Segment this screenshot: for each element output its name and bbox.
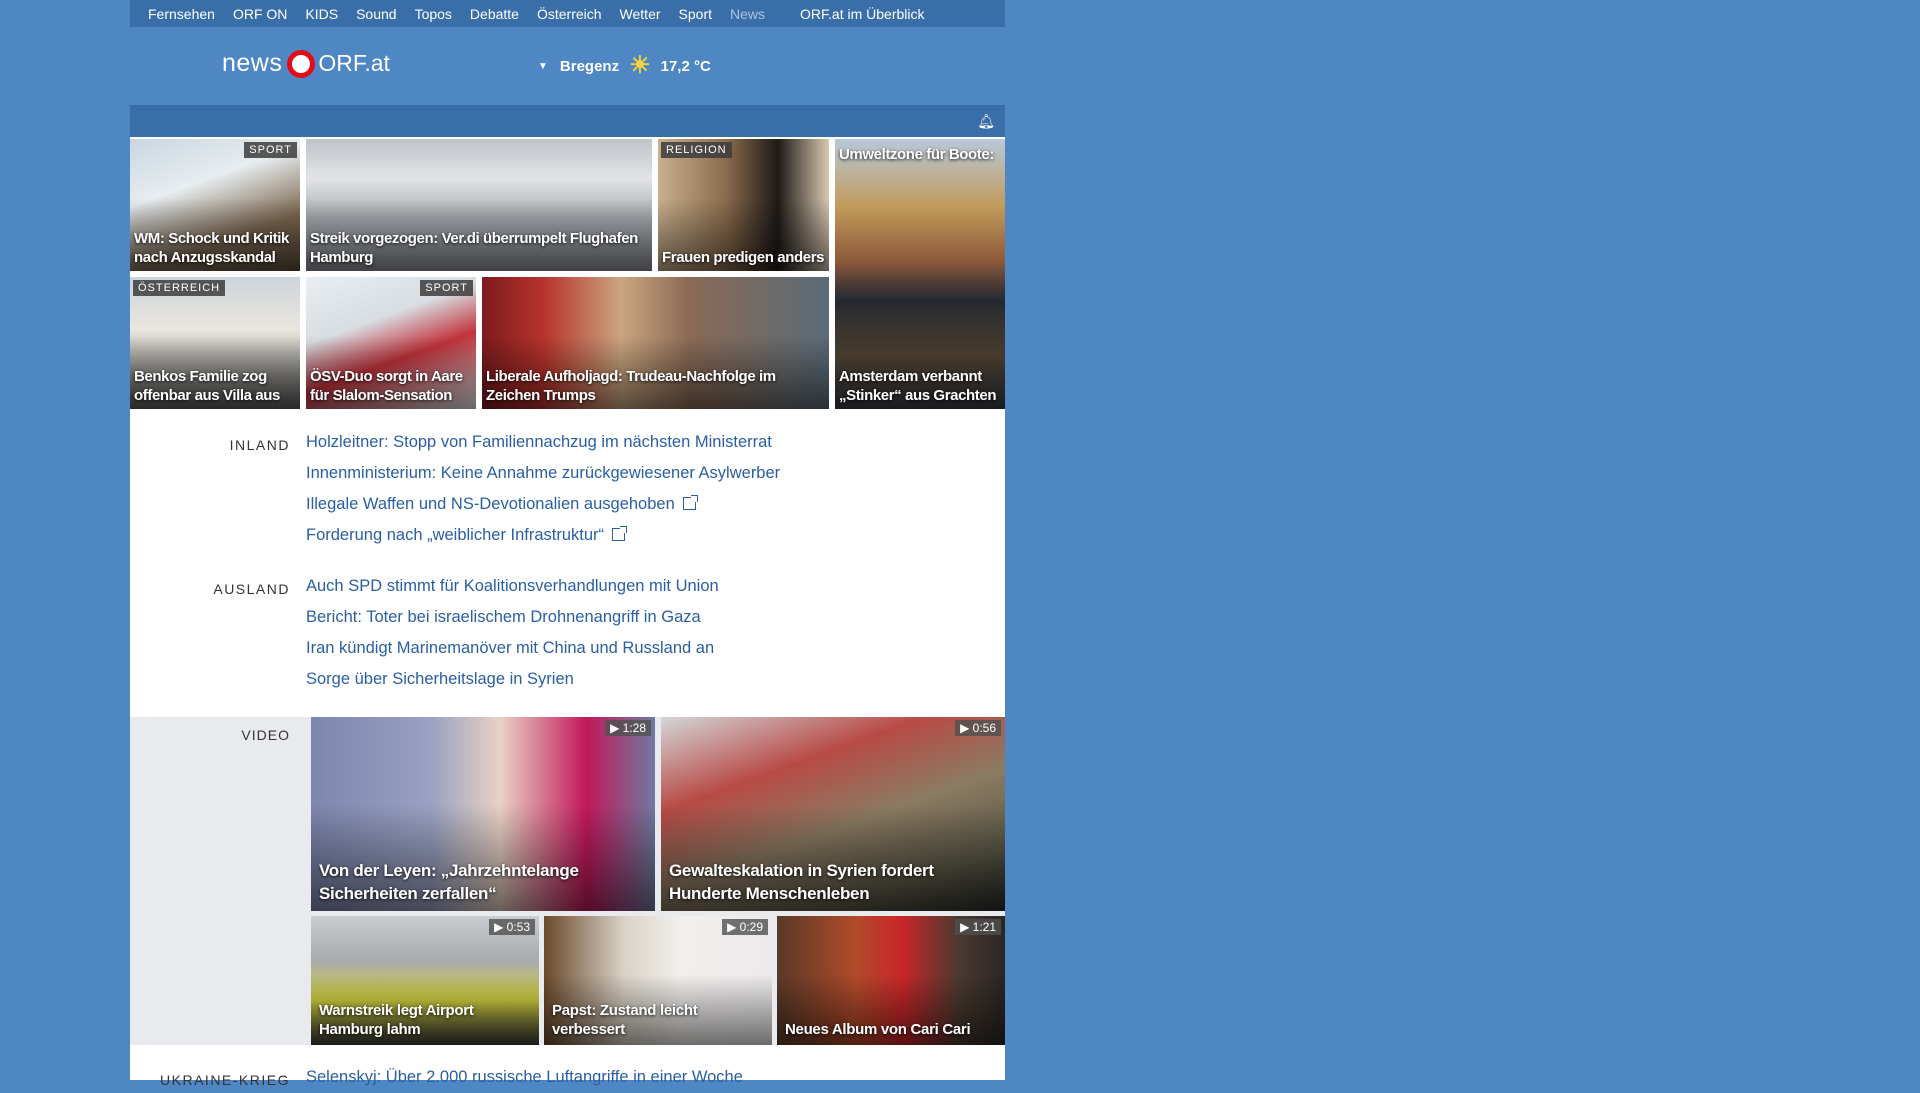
teaser-caption: Amsterdam verbannt „Stinker“ aus Grachte… bbox=[839, 368, 997, 404]
teaser-amsterdam[interactable]: Umweltzone für Boote: Amsterdam verbannt… bbox=[835, 139, 1005, 409]
ukraine-headlines: Selenskyj: Über 2.000 russische Luftangr… bbox=[306, 1062, 743, 1093]
top-navigation: Fernsehen ORF ON KIDS Sound Topos Debatt… bbox=[130, 0, 1005, 27]
toolbar-bar: 🔔︎ bbox=[130, 105, 1005, 137]
nav-orf-overview[interactable]: ORF.at im Überblick bbox=[800, 6, 924, 22]
external-link-icon bbox=[612, 526, 628, 541]
teaser-trudeau[interactable]: Liberale Aufholjagd: Trudeau-Nachfolge i… bbox=[482, 277, 829, 409]
teaser-caption: WM: Schock und Kritik nach Anzugsskandal bbox=[134, 230, 289, 266]
headline-link[interactable]: Sorge über Sicherheitslage in Syrien bbox=[306, 664, 719, 695]
logo-news-text: news bbox=[222, 49, 283, 77]
duration-text: 1:28 bbox=[622, 721, 646, 735]
teaser-caption: ÖSV-Duo sorgt in Aare für Slalom-Sensati… bbox=[310, 368, 463, 404]
orf-news-logo[interactable]: news ORF.at bbox=[222, 49, 390, 78]
headline-link[interactable]: Selenskyj: Über 2.000 russische Luftangr… bbox=[306, 1062, 743, 1093]
video-caption: Gewalteskalation in Syrien fordert Hunde… bbox=[669, 861, 934, 903]
category-badge: SPORT bbox=[244, 142, 297, 158]
main-content: SPORT WM: Schock und Kritik nach Anzugss… bbox=[130, 137, 1005, 1088]
header: news ORF.at ▼ Bregenz ☀ 17,2 °C bbox=[130, 27, 1005, 105]
video-duration: ▶ 0:53 bbox=[489, 919, 535, 935]
teaser-caption: Frauen predigen anders bbox=[662, 249, 825, 266]
headline-text[interactable]: Forderung nach „weiblicher Infrastruktur… bbox=[306, 526, 604, 544]
headline-link-external[interactable]: Illegale Waffen und NS-Devotionalien aus… bbox=[306, 489, 780, 520]
nav-news[interactable]: News bbox=[730, 6, 765, 22]
section-label-ukraine: UKRAINE-KRIEG bbox=[160, 1072, 290, 1088]
video-syria[interactable]: ▶ 0:56 Gewalteskalation in Syrien forder… bbox=[661, 717, 1005, 911]
weather-location[interactable]: Bregenz bbox=[560, 58, 619, 75]
video-caption: Papst: Zustand leicht verbessert bbox=[552, 1002, 698, 1038]
duration-text: 0:56 bbox=[972, 721, 996, 735]
inland-headlines: Holzleitner: Stopp von Familiennachzug i… bbox=[306, 427, 780, 551]
nav-debatte[interactable]: Debatte bbox=[470, 6, 519, 22]
external-link-icon bbox=[682, 495, 698, 510]
headline-link[interactable]: Iran kündigt Marinemanöver mit China und… bbox=[306, 633, 719, 664]
nav-fernsehen[interactable]: Fernsehen bbox=[148, 6, 215, 22]
headline-link[interactable]: Innenministerium: Keine Annahme zurückge… bbox=[306, 458, 780, 489]
teaser-ski-jump[interactable]: SPORT WM: Schock und Kritik nach Anzugss… bbox=[130, 139, 300, 271]
duration-text: 0:29 bbox=[739, 920, 763, 934]
headline-link-external[interactable]: Forderung nach „weiblicher Infrastruktur… bbox=[306, 520, 780, 551]
nav-sport[interactable]: Sport bbox=[679, 6, 712, 22]
video-duration: ▶ 0:56 bbox=[955, 720, 1001, 736]
video-caption: Neues Album von Cari Cari bbox=[785, 1021, 971, 1038]
nav-sound[interactable]: Sound bbox=[356, 6, 396, 22]
duration-text: 1:21 bbox=[972, 920, 996, 934]
teaser-caption: Benkos Familie zog offenbar aus Villa au… bbox=[134, 368, 280, 404]
nav-oesterreich[interactable]: Österreich bbox=[537, 6, 602, 22]
headline-link[interactable]: Bericht: Toter bei israelischem Drohnena… bbox=[306, 602, 719, 633]
video-papst[interactable]: ▶ 0:29 Papst: Zustand leicht verbessert bbox=[544, 916, 772, 1045]
category-badge: RELIGION bbox=[661, 142, 732, 158]
category-badge: SPORT bbox=[420, 280, 473, 296]
teaser-slalom[interactable]: SPORT ÖSV-Duo sorgt in Aare für Slalom-S… bbox=[306, 277, 476, 409]
video-von-der-leyen[interactable]: ▶ 1:28 Von der Leyen: „Jahrzehntelange S… bbox=[311, 717, 655, 911]
nav-topos[interactable]: Topos bbox=[415, 6, 452, 22]
nav-kids[interactable]: KIDS bbox=[305, 6, 338, 22]
teaser-caption: Liberale Aufholjagd: Trudeau-Nachfolge i… bbox=[486, 368, 776, 404]
teaser-caption-top: Umweltzone für Boote: bbox=[839, 146, 994, 163]
location-dropdown-icon[interactable]: ▼ bbox=[538, 61, 548, 72]
duration-text: 0:53 bbox=[506, 920, 530, 934]
page: Fernsehen ORF ON KIDS Sound Topos Debatt… bbox=[130, 0, 1005, 1088]
video-cari-cari[interactable]: ▶ 1:21 Neues Album von Cari Cari bbox=[777, 916, 1005, 1045]
teaser-religion[interactable]: RELIGION Frauen predigen anders bbox=[658, 139, 829, 271]
section-label-video: VIDEO bbox=[241, 727, 290, 743]
sun-icon: ☀ bbox=[629, 52, 651, 79]
headline-link[interactable]: Holzleitner: Stopp von Familiennachzug i… bbox=[306, 427, 780, 458]
video-section: VIDEO ▶ 1:28 Von der Leyen: „Jahrzehntel… bbox=[130, 717, 1005, 1045]
video-caption: Warnstreik legt Airport Hamburg lahm bbox=[319, 1002, 474, 1038]
video-duration: ▶ 1:21 bbox=[955, 919, 1001, 935]
section-label-ausland: AUSLAND bbox=[213, 581, 290, 597]
weather-temperature: 17,2 °C bbox=[660, 57, 711, 75]
orf-ring-icon bbox=[287, 49, 316, 78]
headline-text[interactable]: Illegale Waffen und NS-Devotionalien aus… bbox=[306, 495, 675, 513]
weather-widget[interactable]: ▼ Bregenz ☀ 17,2 °C bbox=[538, 54, 711, 78]
headline-link[interactable]: Auch SPD stimmt für Koalitionsverhandlun… bbox=[306, 571, 719, 602]
nav-wetter[interactable]: Wetter bbox=[620, 6, 661, 22]
section-label-inland: INLAND bbox=[229, 437, 290, 453]
teaser-caption: Streik vorgezogen: Ver.di überrumpelt Fl… bbox=[310, 230, 638, 266]
teaser-benko-villa[interactable]: ÖSTERREICH Benkos Familie zog offenbar a… bbox=[130, 277, 300, 409]
category-badge: ÖSTERREICH bbox=[133, 280, 226, 296]
video-duration: ▶ 1:28 bbox=[605, 720, 651, 736]
video-duration: ▶ 0:29 bbox=[722, 919, 768, 935]
video-warnstreik[interactable]: ▶ 0:53 Warnstreik legt Airport Hamburg l… bbox=[311, 916, 539, 1045]
bell-icon[interactable]: 🔔︎ bbox=[977, 113, 995, 130]
nav-orf-on[interactable]: ORF ON bbox=[233, 6, 287, 22]
video-caption: Von der Leyen: „Jahrzehntelange Sicherhe… bbox=[319, 861, 579, 903]
teaser-airport-strike[interactable]: Streik vorgezogen: Ver.di überrumpelt Fl… bbox=[306, 139, 652, 271]
ausland-headlines: Auch SPD stimmt für Koalitionsverhandlun… bbox=[306, 571, 719, 695]
logo-orf-text: ORF.at bbox=[318, 50, 390, 76]
